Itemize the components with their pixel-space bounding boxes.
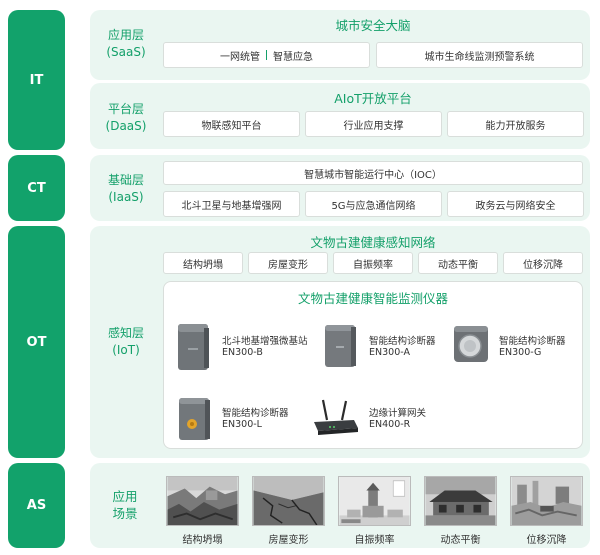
iot-category-4-text: 动态平衡: [438, 259, 478, 271]
iaas-box-2-text: 5G与应急通信网络: [331, 200, 416, 212]
iot-category-2: 房屋变形: [248, 252, 328, 274]
iaas-box-1: 北斗卫星与地基增强网: [163, 191, 300, 217]
iot-category-1: 结构坍塌: [163, 252, 243, 274]
daas-label-cn: 平台层: [107, 102, 144, 116]
scene-deformation-caption: 房屋变形: [268, 535, 309, 546]
iaas-label-cn: 基础层: [107, 173, 144, 187]
iot-category-1-text: 结构坍塌: [183, 259, 223, 271]
device-en300b-model: EN300-B: [222, 347, 263, 358]
iaas-ioc-text: 智慧城市智能运行中心（IOC）: [304, 169, 442, 181]
saas-label-en: (SaaS): [106, 45, 146, 59]
iaas-box-2: 5G与应急通信网络: [305, 191, 442, 217]
saas-layer-label: 应用层 (SaaS): [96, 27, 156, 61]
iot-layer-label: 感知层 (IoT): [96, 325, 156, 359]
daas-box-3: 能力开放服务: [447, 111, 584, 137]
iaas-layer-label: 基础层 (IaaS): [96, 172, 156, 206]
device-en400r-name: 边缘计算网关: [369, 408, 427, 419]
saas-box-emergency-text: 智慧应急: [273, 51, 313, 63]
saas-title: 城市安全大脑: [335, 18, 411, 33]
saas-box-lifeline-text: 城市生命线监测预警系统: [424, 51, 535, 63]
tier-ot-bar: OT: [8, 226, 65, 458]
scenes-label-line1: 应用: [112, 489, 138, 504]
device-en300g-image: [454, 326, 488, 362]
iaas-ioc-box: 智慧城市智能运行中心（IOC）: [163, 161, 583, 185]
tier-ot-label: OT: [26, 334, 47, 350]
device-en300b-label: 北斗地基增强微基站 EN300-B: [222, 336, 308, 358]
saas-label-cn: 应用层: [107, 28, 144, 42]
iaas-box-3-text: 政务云与网络安全: [475, 200, 556, 212]
iot-label-cn: 感知层: [107, 326, 144, 340]
iot-category-2-text: 房屋变形: [268, 259, 308, 271]
device-en300b-name: 北斗地基增强微基站: [222, 336, 308, 347]
daas-box-2-text: 行业应用支撑: [343, 120, 404, 132]
daas-box-2: 行业应用支撑: [305, 111, 442, 137]
iot-category-4: 动态平衡: [418, 252, 498, 274]
scene-subsidence-caption: 位移沉降: [526, 535, 567, 546]
daas-title: AIoT开放平台: [334, 91, 412, 106]
saas-box-unified: 一网统管 智慧应急: [163, 42, 370, 68]
scene-collapse-caption: 结构坍塌: [182, 535, 223, 546]
tier-as-label: AS: [26, 498, 47, 513]
device-en300l-label: 智能结构诊断器 EN300-L: [222, 408, 289, 430]
device-en300a-model: EN300-A: [369, 347, 410, 358]
tier-it-label: IT: [29, 72, 44, 88]
iot-network-title: 文物古建健康感知网络: [310, 235, 436, 250]
saas-box-lifeline: 城市生命线监测预警系统: [376, 42, 583, 68]
device-en300l-image: [179, 398, 210, 440]
iaas-label-en: (IaaS): [108, 190, 144, 204]
tier-as-bar: AS: [8, 463, 65, 548]
device-en300l-model: EN300-L: [222, 419, 262, 430]
scenes-layer-label: 应用 场景: [100, 488, 150, 522]
daas-label-en: (DaaS): [105, 119, 147, 133]
device-en300g-name: 智能结构诊断器: [499, 336, 566, 347]
daas-box-1: 物联感知平台: [163, 111, 300, 137]
device-en300g-label: 智能结构诊断器 EN300-G: [499, 336, 566, 358]
device-en300l-name: 智能结构诊断器: [222, 408, 289, 419]
saas-box-unified-text: 一网统管: [220, 51, 260, 63]
device-en400r-image: [314, 399, 358, 435]
scenes-label-line2: 场景: [112, 506, 138, 521]
device-en300g-model: EN300-G: [499, 347, 542, 358]
separator: [266, 50, 267, 60]
daas-layer-label: 平台层 (DaaS): [96, 101, 156, 135]
tier-it-bar: IT: [8, 10, 65, 150]
scene-frequency-photo: [338, 476, 411, 526]
scene-balance-caption: 动态平衡: [440, 535, 481, 546]
device-en400r-label: 边缘计算网关 EN400-R: [369, 408, 426, 430]
iot-category-3: 自振频率: [333, 252, 413, 274]
scene-balance-photo: [424, 476, 497, 526]
device-en300a-name: 智能结构诊断器: [369, 336, 436, 347]
instrument-title: 文物古建健康智能监测仪器: [297, 291, 448, 306]
tier-ct-label: CT: [27, 180, 46, 196]
scene-collapse-photo: [166, 476, 239, 526]
scene-deformation-photo: [252, 476, 325, 526]
daas-box-3-text: 能力开放服务: [485, 120, 546, 132]
tier-ct-bar: CT: [8, 155, 65, 221]
device-en300a-image: [325, 325, 356, 367]
scene-frequency-caption: 自振频率: [354, 535, 395, 546]
iot-label-en: (IoT): [112, 343, 140, 357]
device-en400r-model: EN400-R: [369, 419, 411, 430]
iot-category-5-text: 位移沉降: [523, 259, 563, 271]
scene-subsidence-photo: [510, 476, 583, 526]
iot-category-5: 位移沉降: [503, 252, 583, 274]
device-en300b-image: [178, 324, 209, 370]
iaas-box-3: 政务云与网络安全: [447, 191, 584, 217]
device-en300a-label: 智能结构诊断器 EN300-A: [369, 336, 436, 358]
iaas-box-1-text: 北斗卫星与地基增强网: [181, 200, 282, 212]
daas-box-1-text: 物联感知平台: [201, 120, 262, 132]
iot-category-3-text: 自振频率: [353, 259, 393, 271]
